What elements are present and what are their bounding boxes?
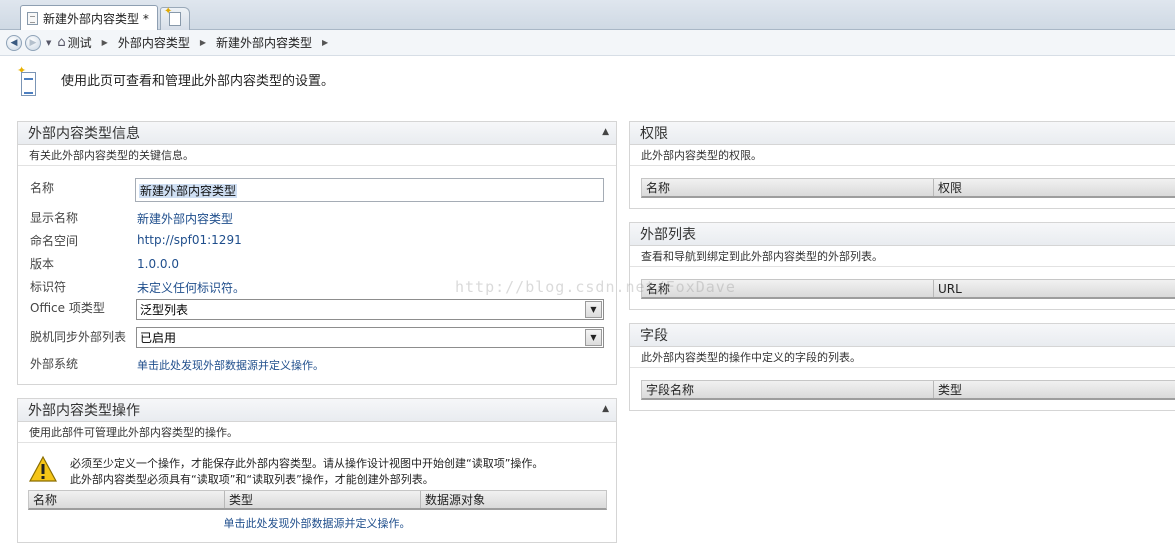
offline-sync-label: 脱机同步外部列表 [30,330,127,344]
panel-description: 使用此部件可管理此外部内容类型的操作。 [18,422,616,443]
summary-page-icon: ✦ [17,64,38,97]
collapse-icon[interactable]: ▲ [602,127,609,137]
panel-title: 外部列表 [640,227,696,243]
namespace-value: http://spf01:1291 [137,233,242,247]
name-input[interactable]: 新建外部内容类型 [135,178,604,202]
permissions-grid-header: 名称 权限 [641,178,1175,198]
display-name-value: 新建外部内容类型 [137,212,234,226]
page-description: 使用此页可查看和管理此外部内容类型的设置。 [61,74,335,89]
column-permission[interactable]: 权限 [934,179,1175,196]
breadcrumb-item-external-content-types[interactable]: 外部内容类型 [118,34,190,51]
column-field-name[interactable]: 字段名称 [642,381,934,398]
discover-data-source-link[interactable]: 单击此处发现外部数据源并定义操作。 [224,517,411,530]
name-label: 名称 [30,181,55,195]
dropdown-arrow-icon[interactable]: ▼ [585,329,602,346]
column-name[interactable]: 名称 [29,491,225,508]
panel-title: 外部内容类型信息 [28,126,140,142]
breadcrumb-separator-icon[interactable]: ▶ [102,38,108,47]
panel-header[interactable]: 外部列表 [630,223,1175,246]
external-content-type-operations-panel: 外部内容类型操作 ▲ 使用此部件可管理此外部内容类型的操作。 必须至少定义一个操… [17,398,617,543]
panel-header[interactable]: 外部内容类型信息 ▲ [18,122,616,145]
panel-title: 外部内容类型操作 [28,403,140,419]
panel-header[interactable]: 字段 [630,324,1175,347]
office-item-type-label: Office 项类型 [30,301,105,315]
panel-description: 此外部内容类型的权限。 [630,145,1175,166]
document-icon [27,11,38,25]
home-icon[interactable]: ⌂ [57,35,65,50]
external-system-label: 外部系统 [30,357,79,371]
breadcrumb-separator-icon[interactable]: ▶ [200,38,206,47]
tab-label: 新建外部内容类型 * [43,11,149,26]
fields-panel: 字段 此外部内容类型的操作中定义的字段的列表。 字段名称 类型 [629,323,1175,411]
column-url[interactable]: URL [934,280,1175,297]
tab-bar: 新建外部内容类型 * [0,0,1175,30]
history-dropdown-icon[interactable]: ▼ [46,39,51,47]
warning-icon [28,455,58,482]
fields-grid-header: 字段名称 类型 [641,380,1175,400]
warning-message: 必须至少定义一个操作，才能保存此外部内容类型。请从操作设计视图中开始创建“读取项… [70,456,543,488]
warning-line-2: 此外部内容类型必须具有“读取项”和“读取列表”操作，才能创建外部列表。 [70,473,434,486]
offline-sync-value: 已启用 [140,331,177,345]
external-lists-panel: 外部列表 查看和导航到绑定到此外部内容类型的外部列表。 名称 URL [629,222,1175,310]
column-data-source-object[interactable]: 数据源对象 [421,491,606,508]
new-tab-button[interactable] [160,6,190,30]
back-button[interactable]: ◀ [6,34,22,51]
panel-title: 权限 [640,126,668,142]
panel-description: 查看和导航到绑定到此外部内容类型的外部列表。 [630,246,1175,267]
column-type[interactable]: 类型 [225,491,421,508]
tab-new-external-content-type[interactable]: 新建外部内容类型 * [20,5,158,30]
breadcrumb-item-new-external-content-type[interactable]: 新建外部内容类型 [216,34,312,51]
external-system-link[interactable]: 单击此处发现外部数据源并定义操作。 [137,357,324,373]
panel-description: 此外部内容类型的操作中定义的字段的列表。 [630,347,1175,368]
office-item-type-value: 泛型列表 [140,303,189,317]
navigation-bar: ◀ ▶ ▼ ⌂ 测试 ▶ 外部内容类型 ▶ 新建外部内容类型 ▶ [0,30,1175,56]
collapse-icon[interactable]: ▲ [602,404,609,414]
version-label: 版本 [30,257,55,271]
panel-title: 字段 [640,328,668,344]
breadcrumb-separator-icon[interactable]: ▶ [322,38,328,47]
operations-grid-header: 名称 类型 数据源对象 [28,490,607,510]
version-value: 1.0.0.0 [137,257,179,271]
permissions-panel: 权限 此外部内容类型的权限。 名称 权限 [629,121,1175,209]
display-name-label: 显示名称 [30,211,79,225]
identifier-label: 标识符 [30,280,67,294]
warning-line-1: 必须至少定义一个操作，才能保存此外部内容类型。请从操作设计视图中开始创建“读取项… [70,457,544,470]
panel-description: 有关此外部内容类型的关键信息。 [18,145,616,166]
name-input-value: 新建外部内容类型 [139,184,238,198]
panel-header[interactable]: 权限 [630,122,1175,145]
column-name[interactable]: 名称 [642,179,934,196]
column-type[interactable]: 类型 [934,381,1175,398]
office-item-type-select[interactable]: 泛型列表 ▼ [136,299,604,320]
namespace-label: 命名空间 [30,234,79,248]
watermark: http://blog.csdn.net/FoxDave [455,278,736,296]
identifier-value[interactable]: 未定义任何标识符。 [137,279,245,296]
panel-header[interactable]: 外部内容类型操作 ▲ [18,399,616,422]
offline-sync-select[interactable]: 已启用 ▼ [136,327,604,348]
new-document-icon [164,6,181,26]
forward-button[interactable]: ▶ [25,34,41,51]
dropdown-arrow-icon[interactable]: ▼ [585,301,602,318]
external-content-type-info-panel: 外部内容类型信息 ▲ 有关此外部内容类型的关键信息。 名称 新建外部内容类型 显… [17,121,617,385]
breadcrumb-item-test[interactable]: 测试 [68,34,92,51]
